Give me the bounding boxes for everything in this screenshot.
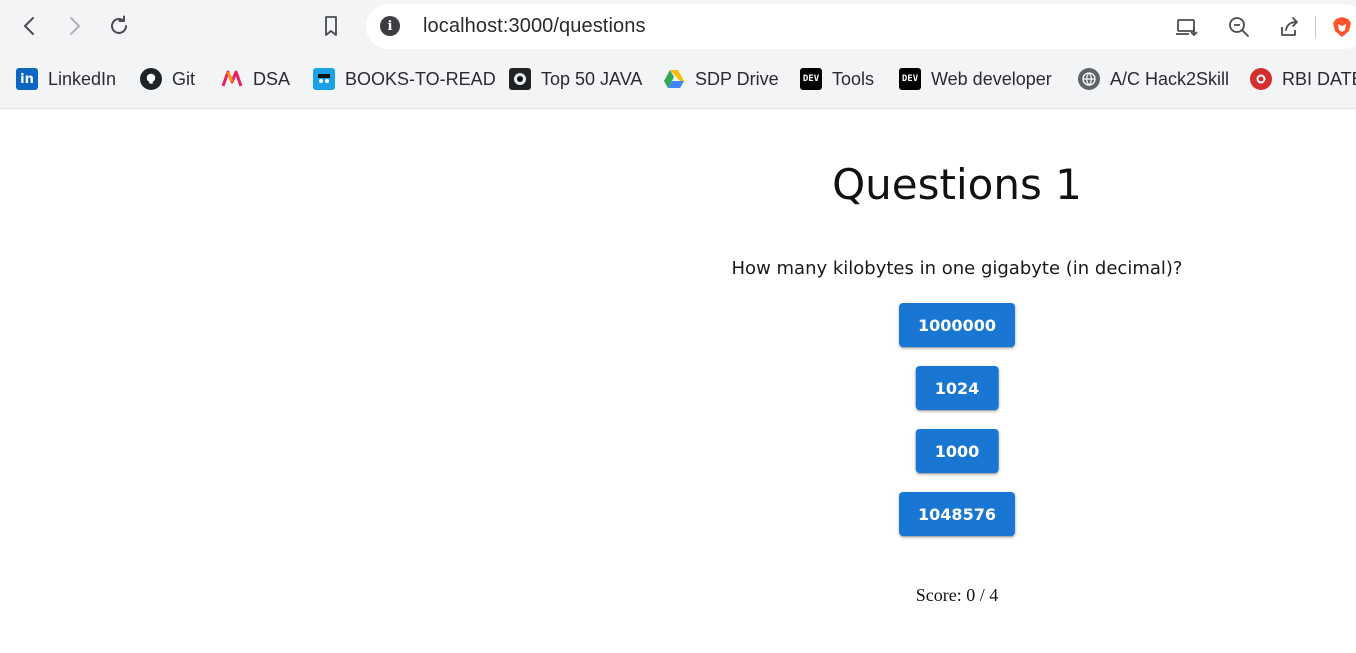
zoom-button[interactable] xyxy=(1225,13,1253,41)
linkedin-icon: in xyxy=(16,68,38,90)
bookmark-label: RBI DATES xyxy=(1282,68,1356,89)
github-icon xyxy=(140,68,162,90)
score-text: Score: 0 / 4 xyxy=(915,585,999,605)
answer-button[interactable]: 1000000 xyxy=(899,303,1015,347)
bookmark-web-developer[interactable]: DEV Web developer xyxy=(899,67,1052,91)
toolbar-divider xyxy=(1315,16,1316,38)
question-text: How many kilobytes in one gigabyte (in d… xyxy=(731,258,1183,279)
bookmark-page-button[interactable] xyxy=(313,8,349,44)
rbi-icon xyxy=(1250,68,1272,90)
bookmark-tools[interactable]: DEV Tools xyxy=(800,67,874,91)
bookmark-icon xyxy=(325,16,337,36)
bookmark-linkedin[interactable]: in LinkedIn xyxy=(16,67,116,91)
bookmark-sdp-drive[interactable]: SDP Drive xyxy=(663,67,779,91)
answer-button[interactable]: 1024 xyxy=(915,366,999,410)
dev-icon: DEV xyxy=(800,68,822,90)
globe-icon xyxy=(1078,68,1100,90)
answer-button[interactable]: 1000 xyxy=(915,429,999,473)
bookmark-label: LinkedIn xyxy=(48,68,117,89)
share-icon xyxy=(1281,17,1298,36)
bookmark-label: BOOKS-TO-READ xyxy=(345,68,496,89)
page-title: Questions 1 xyxy=(832,160,1082,209)
dsa-icon xyxy=(221,68,243,90)
java-icon xyxy=(509,68,531,90)
bookmark-label: Git xyxy=(172,68,196,89)
answer-button[interactable]: 1048576 xyxy=(899,492,1015,536)
browser-chrome: i localhost:3000/questions in LinkedIn G… xyxy=(0,0,1356,109)
zoom-out-icon xyxy=(1229,17,1249,37)
install-app-button[interactable] xyxy=(1173,13,1201,41)
url-text[interactable]: localhost:3000/questions xyxy=(423,15,646,38)
bookmark-git[interactable]: Git xyxy=(140,67,195,91)
books-icon xyxy=(313,68,335,90)
bookmark-label: Web developer xyxy=(931,68,1052,89)
back-button[interactable] xyxy=(12,8,48,44)
bookmark-books-to-read[interactable]: BOOKS-TO-READ xyxy=(313,67,496,91)
forward-button[interactable] xyxy=(56,8,92,44)
google-drive-icon xyxy=(663,68,685,90)
bookmark-dsa[interactable]: DSA xyxy=(221,67,290,91)
bookmark-label: Top 50 JAVA xyxy=(541,68,643,89)
brave-shields-button[interactable] xyxy=(1328,13,1356,41)
bookmark-top-50-java[interactable]: Top 50 JAVA xyxy=(509,67,642,91)
bookmark-label: A/C Hack2Skill xyxy=(1110,68,1230,89)
bookmark-label: DSA xyxy=(253,68,291,89)
quiz-page: Questions 1 How many kilobytes in one gi… xyxy=(0,110,1356,653)
chevron-right-icon xyxy=(70,17,80,35)
bookmark-label: Tools xyxy=(832,68,875,89)
bookmark-label: SDP Drive xyxy=(695,68,779,89)
brave-lion-icon xyxy=(1333,17,1351,37)
bookmark-ac-hack2skill[interactable]: A/C Hack2Skill xyxy=(1078,67,1229,91)
reload-button[interactable] xyxy=(101,8,137,44)
reload-icon xyxy=(111,15,127,34)
bookmarks-bar: in LinkedIn Git DSA BOOKS-TO-READ Top 50… xyxy=(0,60,1356,98)
browser-toolbar: i localhost:3000/questions xyxy=(0,0,1356,54)
install-app-icon xyxy=(1176,19,1198,37)
share-button[interactable] xyxy=(1275,13,1303,41)
bookmark-rbi-dates[interactable]: RBI DATES xyxy=(1250,67,1356,91)
site-info-icon[interactable]: i xyxy=(380,16,400,36)
address-bar[interactable]: i localhost:3000/questions xyxy=(366,4,1356,49)
dev-icon: DEV xyxy=(899,68,921,90)
chevron-left-icon xyxy=(24,17,34,35)
